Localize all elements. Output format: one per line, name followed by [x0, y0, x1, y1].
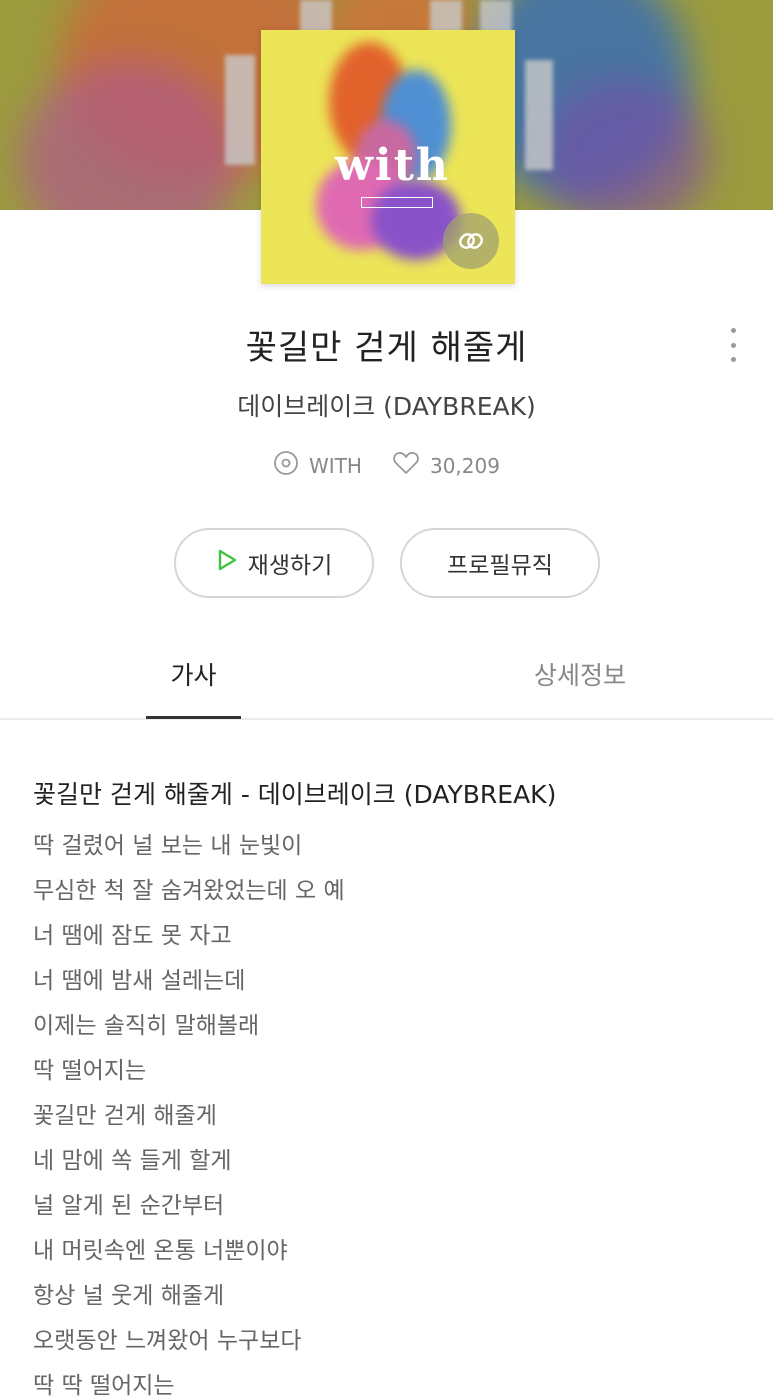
play-button-label: 재생하기	[247, 553, 333, 579]
lyric-line: 꽃길만 걷게 해줄게	[33, 1103, 217, 1129]
profile-music-button-label: 프로필뮤직	[447, 553, 553, 579]
lyric-line: 오랫동안 느껴왔어 누구보다	[33, 1328, 302, 1354]
tab-lyrics[interactable]: 가사	[146, 656, 241, 692]
lyric-line: 딱 떨어지는	[33, 1058, 147, 1084]
lyric-line: 너 땜에 잠도 못 자고	[33, 923, 232, 949]
lyric-line: 네 맘에 쏙 들게 할게	[33, 1148, 232, 1174]
play-icon	[216, 548, 238, 578]
like-count: 30,209	[429, 453, 500, 478]
lyric-line: 내 머릿속엔 온통 너뿐이야	[33, 1238, 288, 1264]
active-tab-indicator	[146, 716, 241, 719]
lyric-line: 너 땜에 밤새 설레는데	[33, 968, 246, 994]
song-detail-screen: with 꽃길만 걷게 해줄게 데이브레이크 (DAYBREAK) WITH 3…	[0, 0, 773, 1397]
album-art-subtitle-box	[361, 197, 433, 208]
lyric-line: 널 알게 된 순간부터	[33, 1193, 225, 1219]
disc-icon	[273, 450, 299, 481]
lyric-line: 이제는 솔직히 말해볼래	[33, 1013, 260, 1039]
artist-name[interactable]: 데이브레이크 (DAYBREAK)	[0, 387, 773, 423]
album-link[interactable]: WITH	[273, 450, 362, 481]
lyric-line: 무심한 척 잘 숨겨왔었는데 오 예	[33, 878, 345, 904]
link-badge-icon[interactable]	[443, 213, 499, 269]
play-button[interactable]: 재생하기	[174, 528, 374, 598]
lyric-line: 항상 널 웃게 해줄게	[33, 1283, 225, 1309]
song-title: 꽃길만 걷게 해줄게	[245, 328, 528, 368]
album-art-title: with	[335, 140, 450, 191]
lyric-line: 딱 딱 떨어지는	[33, 1373, 175, 1397]
tab-details[interactable]: 상세정보	[520, 656, 640, 692]
more-vertical-icon[interactable]	[718, 322, 748, 368]
lyrics-heading: 꽃길만 걷게 해줄게 - 데이브레이크 (DAYBREAK)	[33, 780, 557, 809]
heart-icon	[392, 450, 420, 481]
like-button[interactable]: 30,209	[392, 450, 500, 481]
song-meta: WITH 30,209	[0, 450, 773, 481]
lyric-line: 딱 걸렸어 널 보는 내 눈빛이	[33, 833, 303, 859]
album-cover[interactable]: with	[261, 30, 515, 284]
lyrics-list: 딱 걸렸어 널 보는 내 눈빛이 무심한 척 잘 숨겨왔었는데 오 예 너 땜에…	[33, 828, 345, 1397]
album-name: WITH	[309, 453, 362, 478]
tab-bar: 가사 상세정보	[0, 640, 773, 720]
profile-music-button[interactable]: 프로필뮤직	[400, 528, 600, 598]
